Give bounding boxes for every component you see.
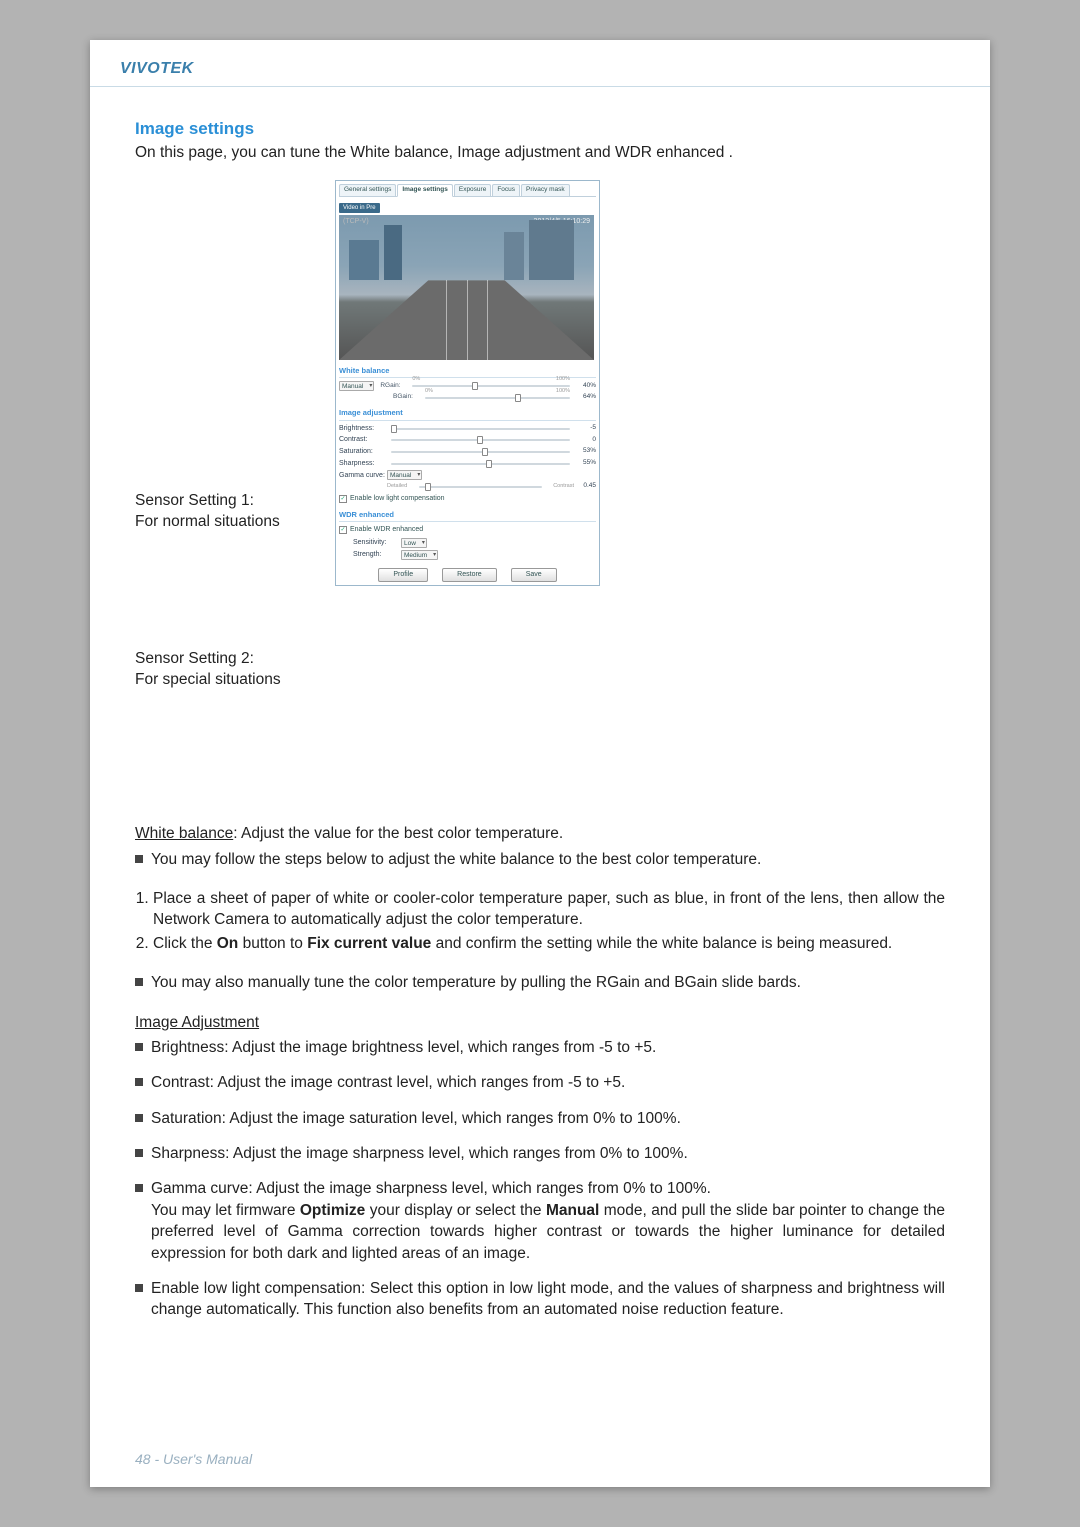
content-area: Image settings On this page, you can tun… xyxy=(90,117,990,1321)
sensor1-title: Sensor Setting 1: xyxy=(135,490,335,511)
brightness-bullet: Brightness: Adjust the image brightness … xyxy=(135,1037,945,1058)
header-divider xyxy=(90,86,990,87)
restore-button[interactable]: Restore xyxy=(442,568,497,582)
bullet-icon xyxy=(135,1184,143,1192)
rgain-value: 40% xyxy=(574,382,596,391)
gamma-label: Gamma curve: xyxy=(339,471,387,481)
lowlight-bullet: Enable low light compensation: Select th… xyxy=(135,1278,945,1321)
tab-privacy-mask[interactable]: Privacy mask xyxy=(521,184,570,196)
sensor2-title: Sensor Setting 2: xyxy=(135,648,335,669)
video-preview: (TCP-V) 2012/4/5 16:10:29 xyxy=(339,215,594,360)
wdr-section-header: WDR enhanced xyxy=(339,510,596,522)
button-row: Profile Restore Save xyxy=(339,568,596,582)
brightness-value: -5 xyxy=(574,424,596,433)
lowlight-checkbox[interactable]: ✓ xyxy=(339,495,347,503)
sharpness-label: Sharpness: xyxy=(339,459,387,469)
sensor-setting-1-label: Sensor Setting 1: For normal situations xyxy=(135,490,335,533)
contrast-label: Contrast: xyxy=(339,435,387,445)
gamma-mode-select[interactable]: Manual xyxy=(387,470,422,480)
wdr-str-label: Strength: xyxy=(353,550,401,560)
profile-button[interactable]: Profile xyxy=(378,568,428,582)
saturation-slider[interactable] xyxy=(391,448,570,456)
section-title: Image settings xyxy=(135,117,945,140)
wdr-sens-select[interactable]: Low xyxy=(401,538,427,548)
tab-exposure[interactable]: Exposure xyxy=(454,184,491,196)
wb-title-underline: White balance xyxy=(135,825,233,842)
wdr-str-select[interactable]: Medium xyxy=(401,550,438,560)
wdr-enable-label: Enable WDR enhanced xyxy=(350,525,423,535)
brightness-label: Brightness: xyxy=(339,424,387,434)
tab-general[interactable]: General settings xyxy=(339,184,396,196)
figure-block: Sensor Setting 1: For normal situations … xyxy=(135,180,945,806)
video-preview-area: Video in Pre (TCP-V) 2012/4/5 16:10:29 xyxy=(339,203,596,360)
wb-step-2: Click the On button to Fix current value… xyxy=(153,933,945,954)
settings-panel: General settings Image settings Exposure… xyxy=(335,180,600,586)
bullet-icon xyxy=(135,1078,143,1086)
bullet-icon xyxy=(135,978,143,986)
save-button[interactable]: Save xyxy=(511,568,557,582)
lowlight-row[interactable]: ✓ Enable low light compensation xyxy=(339,494,596,504)
adj-section-header: Image adjustment xyxy=(339,408,596,420)
tab-image-settings[interactable]: Image settings xyxy=(397,184,453,197)
manual-page: VIVOTEK Image settings On this page, you… xyxy=(90,40,990,1487)
saturation-bullet: Saturation: Adjust the image saturation … xyxy=(135,1108,945,1129)
tab-focus[interactable]: Focus xyxy=(492,184,520,196)
saturation-value: 53% xyxy=(574,447,596,456)
bullet-icon xyxy=(135,1114,143,1122)
contrast-slider[interactable] xyxy=(391,436,570,444)
wb-mode-select[interactable]: Manual xyxy=(339,381,374,391)
page-footer: 48 - User's Manual xyxy=(135,1451,252,1467)
contrast-bullet: Contrast: Adjust the image contrast leve… xyxy=(135,1072,945,1093)
contrast-value: 0 xyxy=(574,436,596,445)
lowlight-label: Enable low light compensation xyxy=(350,494,445,504)
wb-bullet-1: You may follow the steps below to adjust… xyxy=(135,849,945,870)
sensor1-sub: For normal situations xyxy=(135,511,335,532)
wb-steps: Place a sheet of paper of white or coole… xyxy=(135,888,945,954)
figure-side-labels: Sensor Setting 1: For normal situations … xyxy=(135,180,335,806)
bullet-icon xyxy=(135,1043,143,1051)
brightness-slider[interactable] xyxy=(391,425,570,433)
gamma-left-label: Detailed xyxy=(387,483,415,491)
gamma-right-label: Contrast xyxy=(546,483,574,491)
bullet-icon xyxy=(135,1284,143,1292)
header: VIVOTEK xyxy=(90,60,990,78)
wb-bullet-manual: You may also manually tune the color tem… xyxy=(135,972,945,993)
wdr-sens-label: Sensitivity: xyxy=(353,538,401,548)
sharpness-value: 55% xyxy=(574,459,596,468)
brand-logo: VIVOTEK xyxy=(120,60,960,78)
bullet-icon xyxy=(135,855,143,863)
bullet-icon xyxy=(135,1149,143,1157)
camera-name: (TCP-V) xyxy=(343,217,369,227)
rgain-slider[interactable]: 0% 100% xyxy=(412,382,570,390)
bgain-value: 64% xyxy=(574,393,596,402)
bgain-slider[interactable]: 0% 100% xyxy=(425,394,570,402)
wdr-enable-row[interactable]: ✓ Enable WDR enhanced xyxy=(339,525,596,535)
tab-bar: General settings Image settings Exposure… xyxy=(339,184,596,197)
bgain-label: BGain: xyxy=(393,393,421,402)
sharpness-bullet: Sharpness: Adjust the image sharpness le… xyxy=(135,1143,945,1164)
adj-title-underline: Image Adjustment xyxy=(135,1012,945,1033)
gamma-slider[interactable] xyxy=(419,483,542,491)
sensor2-sub: For special situations xyxy=(135,669,335,690)
gamma-bullet: Gamma curve: Adjust the image sharpness … xyxy=(135,1178,945,1264)
preview-mode-badge: Video in Pre xyxy=(339,203,380,213)
sharpness-slider[interactable] xyxy=(391,460,570,468)
gamma-value: 0.45 xyxy=(574,482,596,491)
wb-step-1: Place a sheet of paper of white or coole… xyxy=(153,888,945,931)
sensor-setting-2-label: Sensor Setting 2: For special situations xyxy=(135,648,335,691)
saturation-label: Saturation: xyxy=(339,447,387,457)
wdr-checkbox[interactable]: ✓ xyxy=(339,526,347,534)
rgain-label: RGain: xyxy=(380,382,408,391)
bgain-row: BGain: 0% 100% 64% xyxy=(339,393,596,402)
intro-text: On this page, you can tune the White bal… xyxy=(135,142,945,163)
wb-paragraph: White balance: Adjust the value for the … xyxy=(135,823,945,844)
